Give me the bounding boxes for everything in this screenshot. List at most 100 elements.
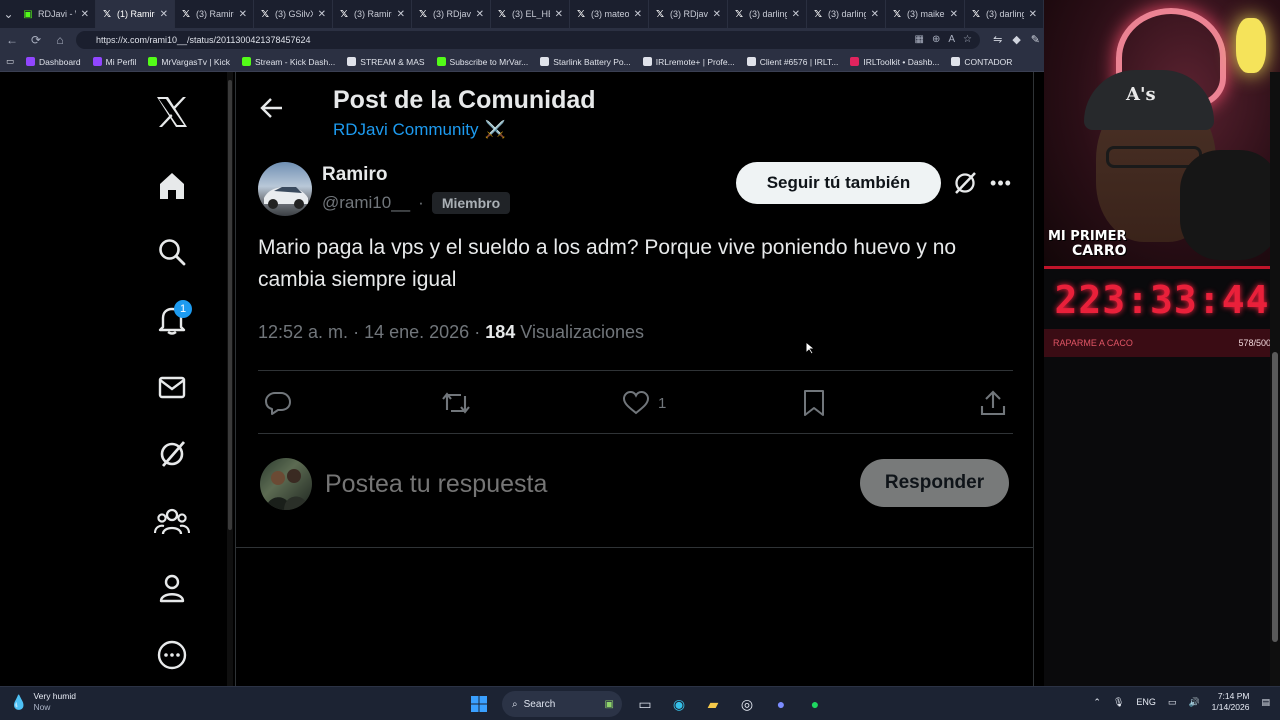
grok-nav-icon[interactable] <box>150 432 194 476</box>
browser-tab[interactable]: 𝕏 (3) darling ✕ <box>728 0 807 28</box>
back-nav-icon[interactable]: ← <box>0 28 24 52</box>
weather-widget[interactable]: 💧 Very humid Now <box>10 691 76 713</box>
browser-tab[interactable]: ▣ RDJavi - W ✕ <box>17 0 96 28</box>
browser-tab[interactable]: 𝕏 (3) Ramiro ✕ <box>175 0 254 28</box>
start-icon[interactable] <box>468 692 490 716</box>
browser-tab[interactable]: 𝕏 (1) Ramiro ✕ <box>96 0 175 28</box>
reply-button[interactable]: Responder <box>860 459 1009 507</box>
bookmark-label: Client #6576 | IRLT... <box>759 56 839 67</box>
tab-close-icon[interactable]: ✕ <box>476 9 484 20</box>
network-icon[interactable]: ▭ <box>1168 697 1177 708</box>
microphone-icon[interactable]: 🎙 <box>1113 697 1124 708</box>
nav-scrollbar-thumb[interactable] <box>228 80 232 530</box>
search-nav-icon[interactable] <box>150 230 194 274</box>
follow-button[interactable]: Seguir tú también <box>736 162 941 204</box>
communities-nav-icon[interactable] <box>150 499 194 543</box>
tab-close-icon[interactable]: ✕ <box>81 9 89 20</box>
page-scrollbar-thumb[interactable] <box>1272 352 1278 642</box>
tab-close-icon[interactable]: ✕ <box>397 9 405 20</box>
more-options-icon[interactable]: ••• <box>988 170 1014 196</box>
tab-close-icon[interactable]: ✕ <box>792 9 800 20</box>
extension-icon[interactable]: ◆ <box>1012 31 1020 49</box>
favorite-star-icon[interactable]: ☆ <box>963 31 972 49</box>
tab-close-icon[interactable]: ✕ <box>160 9 168 20</box>
language-indicator[interactable]: ENG <box>1136 697 1156 707</box>
more-nav-icon[interactable] <box>150 633 194 677</box>
clock[interactable]: 7:14 PM 1/14/2026 <box>1212 691 1250 713</box>
volume-icon[interactable]: 🔊 <box>1188 697 1199 708</box>
repost-action[interactable] <box>441 386 471 420</box>
author-handle[interactable]: @rami10__ <box>322 193 410 213</box>
back-arrow-icon[interactable] <box>258 94 286 122</box>
community-name[interactable]: RDJavi Community <box>333 120 478 140</box>
collections-icon[interactable]: ⇋ <box>993 31 1002 49</box>
current-user-avatar[interactable] <box>260 458 312 510</box>
zoom-icon[interactable]: ⊕ <box>932 31 940 49</box>
reply-input[interactable] <box>325 466 825 502</box>
notification-center-icon[interactable]: ▤ <box>1261 697 1270 708</box>
read-aloud-icon[interactable]: A <box>948 31 955 49</box>
tab-close-icon[interactable]: ✕ <box>950 9 958 20</box>
nav-scrollbar[interactable] <box>227 72 233 686</box>
taskbar-search[interactable]: ⌕ Search ▣ <box>502 691 622 717</box>
bookmark-action[interactable] <box>802 386 826 420</box>
taskbar-apps: ⌕ Search ▣ ▭ ◉ ▰ ◎ ● ● <box>468 691 826 717</box>
tab-close-icon[interactable]: ✕ <box>555 9 563 20</box>
browser-tab[interactable]: 𝕏 (3) RDjavi C ✕ <box>412 0 491 28</box>
pen-icon[interactable]: ✎ <box>1031 31 1040 49</box>
tab-close-icon[interactable]: ✕ <box>1029 9 1037 20</box>
bookmark-item[interactable]: Dashboard <box>20 57 87 67</box>
reload-icon[interactable]: ⟳ <box>24 28 48 52</box>
bookmark-item[interactable]: Stream - Kick Dash... <box>236 57 341 67</box>
author-avatar[interactable] <box>258 162 312 216</box>
browser-tab[interactable]: 𝕏 (3) RDjavi C ✕ <box>649 0 728 28</box>
author-name[interactable]: Ramiro <box>322 164 387 186</box>
community-link[interactable]: RDJavi Community ⚔️ <box>333 120 506 140</box>
browser-tab[interactable]: 𝕏 (3) darling ✕ <box>965 0 1044 28</box>
spotify-icon[interactable]: ● <box>804 692 826 716</box>
profile-nav-icon[interactable] <box>150 566 194 610</box>
bookmark-item[interactable]: Starlink Battery Po... <box>534 57 636 67</box>
bookmark-item[interactable]: Client #6576 | IRLT... <box>741 57 845 67</box>
tray-chevron-icon[interactable]: ⌃ <box>1093 697 1101 708</box>
x-logo-icon[interactable] <box>150 90 194 134</box>
grok-icon[interactable] <box>952 170 978 196</box>
bookmark-item[interactable]: IRLToolkit • Dashb... <box>844 57 945 67</box>
url-field[interactable]: https://x.com/rami10__/status/2011300421… <box>76 31 980 49</box>
home-nav-icon[interactable] <box>150 164 194 208</box>
like-action[interactable]: 1 <box>622 386 666 420</box>
bookmark-item[interactable]: CONTADOR <box>945 57 1018 67</box>
browser-tab[interactable]: 𝕏 (3) Ramiro ✕ <box>333 0 412 28</box>
post-date[interactable]: 14 ene. 2026 <box>364 322 469 342</box>
bookmarks-menu-icon[interactable]: ▭ <box>0 56 20 67</box>
bookmark-item[interactable]: Subscribe to MrVar... <box>431 57 535 67</box>
obs-icon[interactable]: ◎ <box>736 692 758 716</box>
tab-close-icon[interactable]: ✕ <box>713 9 721 20</box>
messages-nav-icon[interactable] <box>150 365 194 409</box>
bookmark-item[interactable]: STREAM & MAS <box>341 57 430 67</box>
file-explorer-icon[interactable]: ▰ <box>702 692 724 716</box>
notifications-nav-icon[interactable]: 1 <box>150 298 194 342</box>
tab-close-icon[interactable]: ✕ <box>634 9 642 20</box>
share-action[interactable] <box>980 386 1006 420</box>
browser-tab[interactable]: 𝕏 (3) GSilvX e ✕ <box>254 0 333 28</box>
grid-icon[interactable]: ▦ <box>915 31 924 49</box>
bookmark-item[interactable]: Mi Perfil <box>87 57 143 67</box>
task-view-icon[interactable]: ▭ <box>634 692 656 716</box>
browser-tab[interactable]: 𝕏 (3) maikel ✕ <box>886 0 965 28</box>
bookmark-item[interactable]: IRLremote+ | Profe... <box>637 57 741 67</box>
browser-tab[interactable]: 𝕏 (3) EL_HER ✕ <box>491 0 570 28</box>
tab-close-icon[interactable]: ✕ <box>239 9 247 20</box>
page-scrollbar[interactable] <box>1270 72 1280 686</box>
tab-close-icon[interactable]: ✕ <box>318 9 326 20</box>
post-time[interactable]: 12:52 a. m. <box>258 322 348 342</box>
browser-tab[interactable]: 𝕏 (3) mateo C ✕ <box>570 0 649 28</box>
browser-tab[interactable]: 𝕏 (3) darling ✕ <box>807 0 886 28</box>
bookmark-item[interactable]: MrVargasTv | Kick <box>142 57 236 67</box>
edge-icon[interactable]: ◉ <box>668 692 690 716</box>
discord-icon[interactable]: ● <box>770 692 792 716</box>
tab-actions-icon[interactable]: ⌄ <box>0 0 17 28</box>
home-icon[interactable]: ⌂ <box>48 28 72 52</box>
tab-close-icon[interactable]: ✕ <box>871 9 879 20</box>
reply-action[interactable] <box>264 386 292 420</box>
